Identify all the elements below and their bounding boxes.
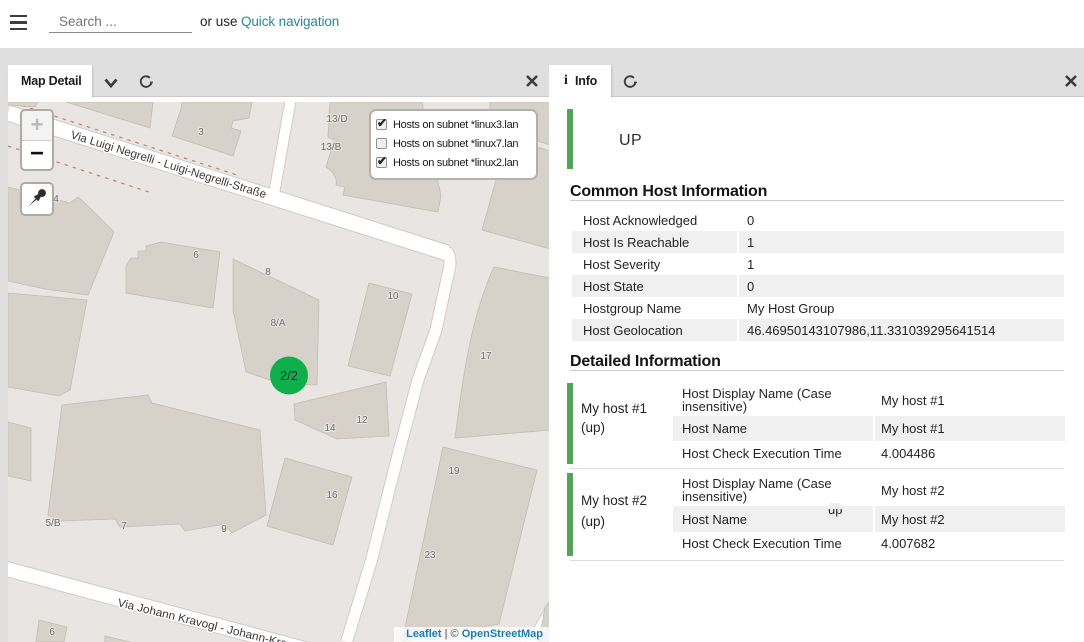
svg-text:7: 7 <box>121 521 127 532</box>
svg-text:17: 17 <box>480 351 492 362</box>
svg-text:4: 4 <box>53 194 59 205</box>
svg-text:13/D: 13/D <box>326 114 347 125</box>
svg-text:2/2: 2/2 <box>280 368 298 383</box>
svg-text:9: 9 <box>221 524 227 535</box>
svg-text:23: 23 <box>424 550 436 561</box>
svg-text:8: 8 <box>265 267 271 278</box>
svg-text:10: 10 <box>387 291 399 302</box>
svg-text:6: 6 <box>49 627 55 638</box>
svg-text:14: 14 <box>324 423 336 434</box>
svg-text:8/A: 8/A <box>270 318 285 329</box>
svg-text:6: 6 <box>193 250 199 261</box>
svg-text:19: 19 <box>448 466 460 477</box>
svg-text:5/B: 5/B <box>45 518 60 529</box>
svg-text:16: 16 <box>326 490 338 501</box>
svg-text:13/B: 13/B <box>321 142 342 153</box>
svg-text:12: 12 <box>356 415 368 426</box>
svg-text:3: 3 <box>198 127 204 138</box>
